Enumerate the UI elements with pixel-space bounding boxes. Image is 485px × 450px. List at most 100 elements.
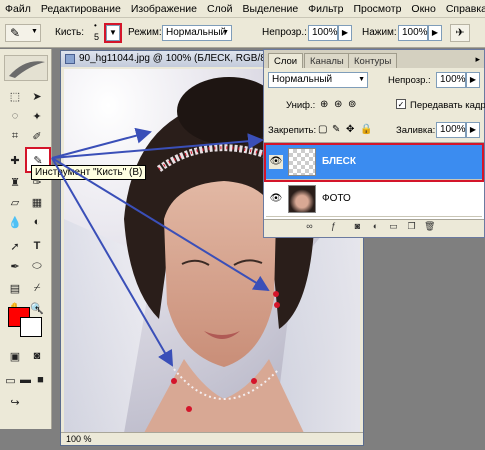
layers-panel-tabs: Слои Каналы Контуры ▸ [264, 50, 484, 68]
menu-view[interactable]: Просмотр [348, 0, 406, 18]
crop-icon: ⌗ [11, 129, 19, 142]
tool-preset-picker[interactable]: ✎ ▼ [5, 24, 41, 42]
screen-mode-icon: ▭ [5, 374, 16, 387]
eyedropper-icon: ⌿ [33, 281, 41, 294]
brush-label: Кисть: [55, 27, 84, 38]
layer-row-glitter[interactable]: 👁 БЛЕСК [264, 143, 484, 182]
swap-colors-icon[interactable]: ↰ [34, 305, 41, 314]
tab-layers[interactable]: Слои [268, 53, 304, 68]
lock-label: Закрепить: [268, 125, 317, 136]
menu-window[interactable]: Окно [406, 0, 440, 18]
layer-row-photo[interactable]: 👁 ФОТО [266, 182, 482, 217]
panel-menu-icon[interactable]: ▸ [475, 54, 480, 65]
standard-mode-button[interactable]: ▣ [5, 347, 25, 365]
opacity-slider-toggle[interactable]: ▶ [338, 25, 352, 41]
menu-select[interactable]: Выделение [238, 0, 304, 18]
opacity-field[interactable]: 100% [308, 25, 338, 41]
mode-select[interactable]: Нормальный ▼ [162, 25, 232, 41]
menu-layer[interactable]: Слой [202, 0, 238, 18]
lasso-tool[interactable]: ◌ [5, 107, 25, 125]
screen-mode-full[interactable]: ■ [33, 371, 48, 389]
menu-edit[interactable]: Редактирование [36, 0, 126, 18]
dodge-tool[interactable]: ◐ [27, 213, 47, 231]
layer-opacity-label: Непрозр.: [388, 75, 431, 86]
jump-to-imageready-button[interactable]: ↪ [5, 393, 25, 411]
chevron-down-icon: ▼ [31, 28, 38, 35]
lock-pixels-icon[interactable]: ✎ [332, 124, 340, 135]
opacity-label: Непрозр.: [262, 27, 307, 38]
airbrush-button[interactable]: ✈ [450, 24, 470, 42]
marquee-tool[interactable]: ⬚ [5, 87, 25, 105]
layer-mask-icon[interactable]: ◙ [352, 221, 363, 232]
slice-icon: ✐ [32, 130, 42, 143]
tab-paths[interactable]: Контуры [348, 53, 398, 68]
eye-icon[interactable]: 👁 [269, 192, 283, 206]
adjustment-layer-icon[interactable]: ◐ [370, 221, 381, 232]
brush-picker-dropdown[interactable]: ▼ [104, 23, 122, 43]
magic-wand-tool[interactable]: ✦ [27, 107, 47, 125]
unify-label: Униф.: [286, 100, 316, 111]
layers-list: 👁 БЛЕСК 👁 ФОТО [264, 142, 484, 220]
notes-tool[interactable]: ▤ [5, 279, 25, 297]
blur-tool[interactable]: 💧 [5, 213, 25, 231]
marquee-icon: ⬚ [9, 90, 21, 103]
fill-field[interactable]: 100% [436, 122, 466, 138]
propagate-label: Передавать кадр 1 [410, 100, 485, 111]
unify-visibility-icon[interactable]: ⊛ [334, 99, 342, 110]
lock-position-icon[interactable]: ✥ [346, 124, 354, 135]
options-bar: ✎ ▼ Кисть: • 5 ▼ Режим: Нормальный ▼ Неп… [0, 18, 485, 48]
airbrush-icon: ✈ [455, 27, 465, 39]
unify-position-icon[interactable]: ⊕ [320, 99, 328, 110]
blend-mode-select[interactable]: Нормальный ▼ [268, 72, 368, 88]
flow-label: Нажим: [362, 27, 397, 38]
eraser-tool[interactable]: ▱ [5, 193, 25, 211]
menu-help[interactable]: Справка [441, 0, 485, 18]
document-icon [65, 54, 75, 64]
menu-file[interactable]: Файл [0, 0, 36, 18]
eraser-icon: ▱ [10, 196, 20, 209]
slice-tool[interactable]: ✐ [27, 127, 47, 145]
screen-mode-standard[interactable]: ▭ [3, 371, 18, 389]
move-icon: ➤ [32, 90, 42, 103]
eye-icon[interactable]: 👁 [269, 155, 283, 169]
gradient-tool[interactable]: ▦ [27, 193, 47, 211]
background-color-swatch[interactable] [20, 317, 42, 337]
ellipse-icon: ⬭ [32, 259, 42, 272]
layers-panel: Слои Каналы Контуры ▸ Нормальный ▼ Непро… [263, 49, 485, 238]
flow-slider-toggle[interactable]: ▶ [428, 25, 442, 41]
new-group-icon[interactable]: ▭ [388, 221, 399, 232]
chevron-down-icon: ▼ [358, 76, 365, 83]
crop-tool[interactable]: ⌗ [5, 127, 25, 145]
pen-tool[interactable]: ✒ [5, 257, 25, 275]
link-layers-icon[interactable]: ∞ [304, 221, 315, 232]
menu-filter[interactable]: Фильтр [303, 0, 348, 18]
screen-mode-full-menu[interactable]: ▬ [18, 371, 33, 389]
fill-toggle[interactable]: ▶ [466, 122, 480, 138]
new-layer-icon[interactable]: ❐ [406, 221, 417, 232]
layer-opacity-toggle[interactable]: ▶ [466, 72, 480, 88]
zoom-level[interactable]: 100 % [66, 434, 92, 444]
layer-opacity-field[interactable]: 100% [436, 72, 466, 88]
type-tool[interactable]: T [27, 237, 47, 255]
flow-field[interactable]: 100% [398, 25, 428, 41]
quick-mask-button[interactable]: ◙ [27, 347, 47, 365]
gradient-icon: ▦ [31, 196, 43, 209]
lock-transparency-icon[interactable]: ▢ [318, 124, 327, 135]
lock-all-icon[interactable]: 🔒 [360, 124, 372, 135]
clone-stamp-tool[interactable]: ♜ [5, 173, 25, 191]
shape-tool[interactable]: ⬭ [27, 257, 47, 275]
propagate-checkbox[interactable]: ✓ [396, 99, 406, 109]
unify-style-icon[interactable]: ⊚ [348, 99, 356, 110]
trash-icon[interactable]: 🗑 [424, 221, 435, 232]
path-selection-tool[interactable]: ➚ [5, 237, 25, 255]
menu-image[interactable]: Изображение [126, 0, 202, 18]
move-tool[interactable]: ➤ [27, 87, 47, 105]
layer-style-icon[interactable]: ƒ [328, 221, 339, 232]
brush-preview: • [94, 21, 97, 30]
layer-thumbnail-photo [288, 185, 316, 213]
eyedropper-tool[interactable]: ⌿ [27, 279, 47, 297]
imageready-icon: ↪ [10, 396, 20, 409]
tab-channels[interactable]: Каналы [304, 53, 350, 68]
stamp-icon: ♜ [10, 176, 20, 189]
healing-brush-tool[interactable]: ✚ [5, 151, 25, 169]
